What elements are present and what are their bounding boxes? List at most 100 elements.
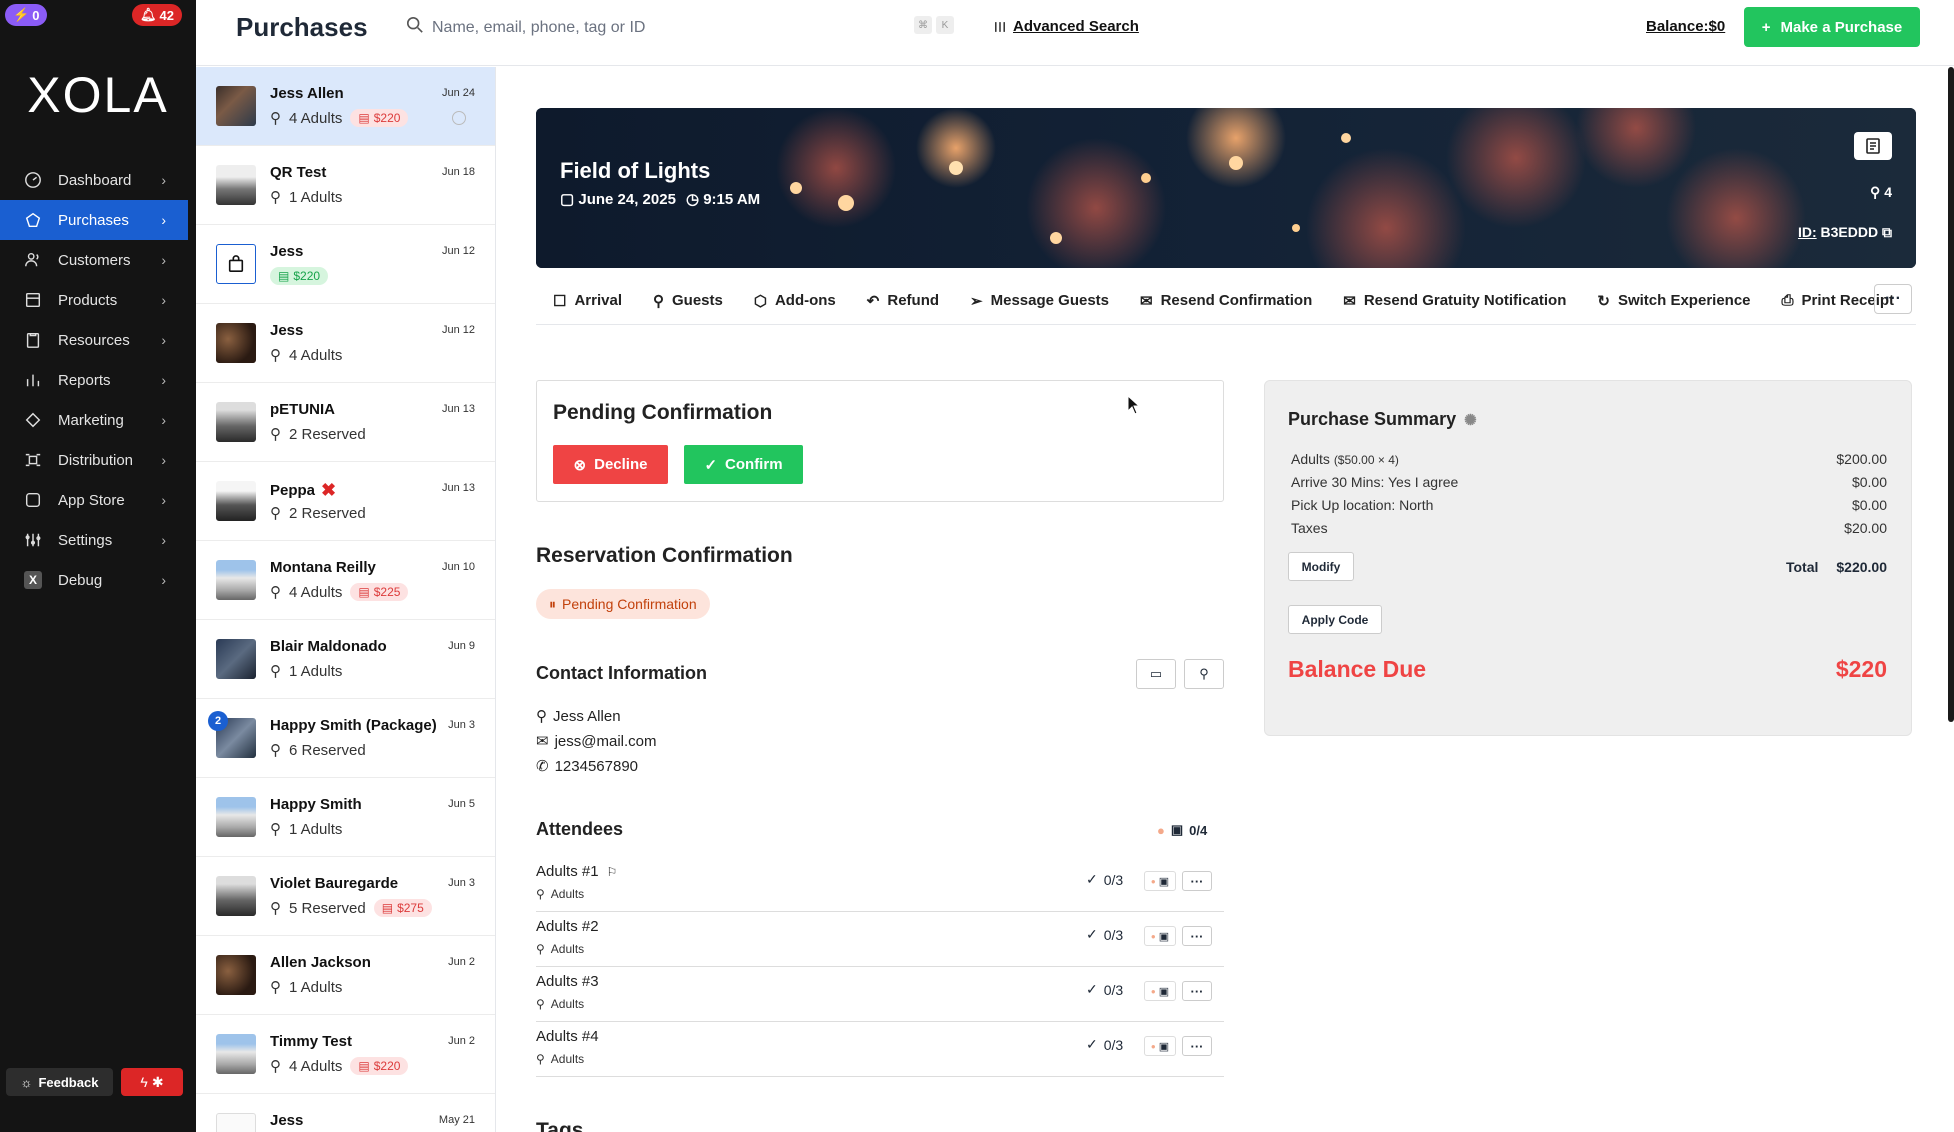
receipt-icon: ▤	[358, 1059, 370, 1073]
sidebar-item-label: Distribution	[58, 451, 134, 469]
document-button[interactable]	[1854, 132, 1892, 160]
ellipsis-icon: ···	[1190, 928, 1204, 944]
command-key-hint: ⌘	[914, 16, 932, 34]
modify-button[interactable]: Modify	[1288, 552, 1354, 581]
action-label: Add-ons	[774, 292, 836, 309]
check-in-status[interactable]: ✓ 0/3	[1086, 981, 1123, 998]
settings-gear-icon[interactable]: ✺	[1464, 411, 1477, 429]
list-item[interactable]: 2 Happy Smith (Package) Jun 3 ⚲ 6 Reserve…	[196, 699, 495, 778]
sidebar-item-label: App Store	[58, 491, 125, 509]
attendee-more-button[interactable]: ···	[1182, 1036, 1212, 1056]
balance-link[interactable]: Balance:$0	[1646, 18, 1725, 35]
flag-icon[interactable]: ⚐	[607, 865, 618, 879]
add-ons-button[interactable]: ⬡ Add-ons	[754, 292, 836, 310]
make-purchase-button[interactable]: + Make a Purchase	[1744, 7, 1920, 47]
sidebar-item-products[interactable]: Products ›	[0, 280, 196, 320]
list-item[interactable]: Jess Jun 12 ▤ $220	[196, 225, 495, 304]
list-item[interactable]: Happy Smith Jun 5 ⚲ 1 Adults	[196, 778, 495, 857]
message-contact-button[interactable]: ▭	[1136, 659, 1176, 689]
guests-button[interactable]: ⚲ Guests	[653, 292, 723, 310]
chevron-right-icon: ›	[161, 372, 166, 388]
balance-pill: ▤ $220	[350, 109, 409, 127]
attendee-name: Adults #1 ⚐	[536, 863, 617, 880]
sidebar-item-customers[interactable]: Customers ›	[0, 240, 196, 280]
confirm-button[interactable]: ✓ Confirm	[684, 445, 803, 484]
scrollbar[interactable]	[1948, 67, 1954, 722]
line-label: Adults	[1291, 451, 1330, 467]
waiver-button[interactable]: ● ▣	[1144, 1036, 1176, 1056]
feedback-button[interactable]: ☼ Feedback	[6, 1068, 113, 1096]
purchase-name: Montana Reilly	[270, 559, 376, 576]
list-item[interactable]: Montana Reilly Jun 10 ⚲ 4 Adults ▤ $225	[196, 541, 495, 620]
select-circle-icon[interactable]	[452, 111, 466, 125]
list-item[interactable]: Blair Maldonado Jun 9 ⚲ 1 Adults	[196, 620, 495, 699]
more-actions-button[interactable]: ···	[1874, 284, 1912, 314]
balance-due-label: Balance Due	[1288, 656, 1427, 682]
sidebar-item-resources[interactable]: Resources ›	[0, 320, 196, 360]
list-item[interactable]: Allen Jackson Jun 2 ⚲ 1 Adults	[196, 936, 495, 1015]
sidebar-item-app-store[interactable]: App Store ›	[0, 480, 196, 520]
purchase-name: Blair Maldonado	[270, 638, 387, 655]
check-in-status[interactable]: ✓ 0/3	[1086, 926, 1123, 943]
list-item[interactable]: Jess Allen Jun 24 ⚲ 4 Adults ▤ $220	[196, 67, 495, 146]
top-header: Purchases ⌘ K Advanced Search Balance:$0…	[196, 0, 1954, 66]
resend-confirmation-button[interactable]: ✉ Resend Confirmation	[1140, 292, 1312, 310]
check-circle-icon: ✓	[704, 456, 718, 474]
notifications-badge[interactable]: ⚡ 0	[5, 4, 48, 26]
switch-experience-button[interactable]: ↻ Switch Experience	[1597, 292, 1750, 310]
line-amount: $200.00	[1836, 451, 1887, 467]
view-customer-button[interactable]: ⚲	[1184, 659, 1224, 689]
make-purchase-label: Make a Purchase	[1780, 18, 1903, 36]
purchase-date: Jun 24	[441, 87, 475, 99]
advanced-search-link[interactable]: Advanced Search	[993, 18, 1139, 35]
sidebar-item-distribution[interactable]: Distribution ›	[0, 440, 196, 480]
booking-id[interactable]: ID: B3EDDD ⧉	[1798, 224, 1892, 241]
sidebar-item-purchases[interactable]: Purchases ›	[0, 200, 188, 240]
contact-email[interactable]: ✉ jess@mail.com	[536, 732, 657, 751]
arrival-button[interactable]: ☐ Arrival	[553, 292, 622, 310]
check-in-status[interactable]: ✓ 0/3	[1086, 871, 1123, 888]
list-item[interactable]: pETUNIA Jun 13 ⚲ 2 Reserved	[196, 383, 495, 462]
refund-button[interactable]: ↶ Refund	[867, 292, 939, 310]
copy-icon[interactable]: ⧉	[1882, 224, 1892, 240]
purchase-list: Jess Allen Jun 24 ⚲ 4 Adults ▤ $220 QR Test…	[196, 67, 496, 1132]
balance-pill: ▤ $220	[350, 1057, 409, 1075]
list-item[interactable]: Jess May 21	[196, 1094, 495, 1132]
list-item[interactable]: Jess Jun 12 ⚲ 4 Adults	[196, 304, 495, 383]
waiver-button[interactable]: ● ▣	[1144, 981, 1176, 1001]
purchase-date: Jun 13	[441, 482, 475, 494]
sidebar-item-dashboard[interactable]: Dashboard ›	[0, 160, 196, 200]
alerts-badge[interactable]: 🔔︎ 42	[132, 4, 182, 26]
bug-icon: ✱	[151, 1073, 164, 1090]
waiver-button[interactable]: ● ▣	[1144, 926, 1176, 946]
attendee-more-button[interactable]: ···	[1182, 871, 1212, 891]
list-item[interactable]: Peppa ✖ Jun 13 ⚲ 2 Reserved	[196, 462, 495, 541]
sidebar-item-reports[interactable]: Reports ›	[0, 360, 196, 400]
contact-phone[interactable]: ✆ 1234567890	[536, 757, 638, 776]
sidebar-item-marketing[interactable]: Marketing ›	[0, 400, 196, 440]
action-label: Switch Experience	[1617, 292, 1751, 309]
attendee-more-button[interactable]: ···	[1182, 926, 1212, 946]
decline-button[interactable]: ⊗ Decline	[553, 445, 668, 484]
waiver-button[interactable]: ● ▣	[1144, 871, 1176, 891]
message-guests-button[interactable]: ➢ Message Guests	[970, 292, 1109, 310]
list-item[interactable]: Timmy Test Jun 2 ⚲ 4 Adults ▤ $220	[196, 1015, 495, 1094]
apply-code-button[interactable]: Apply Code	[1288, 605, 1382, 634]
resend-gratuity-button[interactable]: ✉ Resend Gratuity Notification	[1343, 292, 1566, 310]
attendee-more-button[interactable]: ···	[1182, 981, 1212, 1001]
sidebar-item-debug[interactable]: X Debug ›	[0, 560, 196, 600]
list-item[interactable]: QR Test Jun 18 ⚲ 1 Adults	[196, 146, 495, 225]
purchase-date: Jun 3	[448, 719, 475, 731]
purchases-icon	[25, 212, 41, 228]
list-item[interactable]: Violet Bauregarde Jun 3 ⚲ 5 Reserved ▤ $275	[196, 857, 495, 936]
balance-pill: ▤ $225	[350, 583, 409, 601]
ellipsis-icon: ···	[1190, 873, 1204, 889]
bug-report-button[interactable]: ϟ ✱	[121, 1068, 183, 1096]
distribution-icon	[25, 453, 41, 467]
guest-count: ⚲ 4	[1870, 184, 1892, 201]
sidebar-item-label: Reports	[58, 371, 111, 389]
check-in-status[interactable]: ✓ 0/3	[1086, 1036, 1123, 1053]
search-input[interactable]	[432, 14, 892, 42]
purchase-date: Jun 10	[441, 561, 475, 573]
sidebar-item-settings[interactable]: Settings ›	[0, 520, 196, 560]
